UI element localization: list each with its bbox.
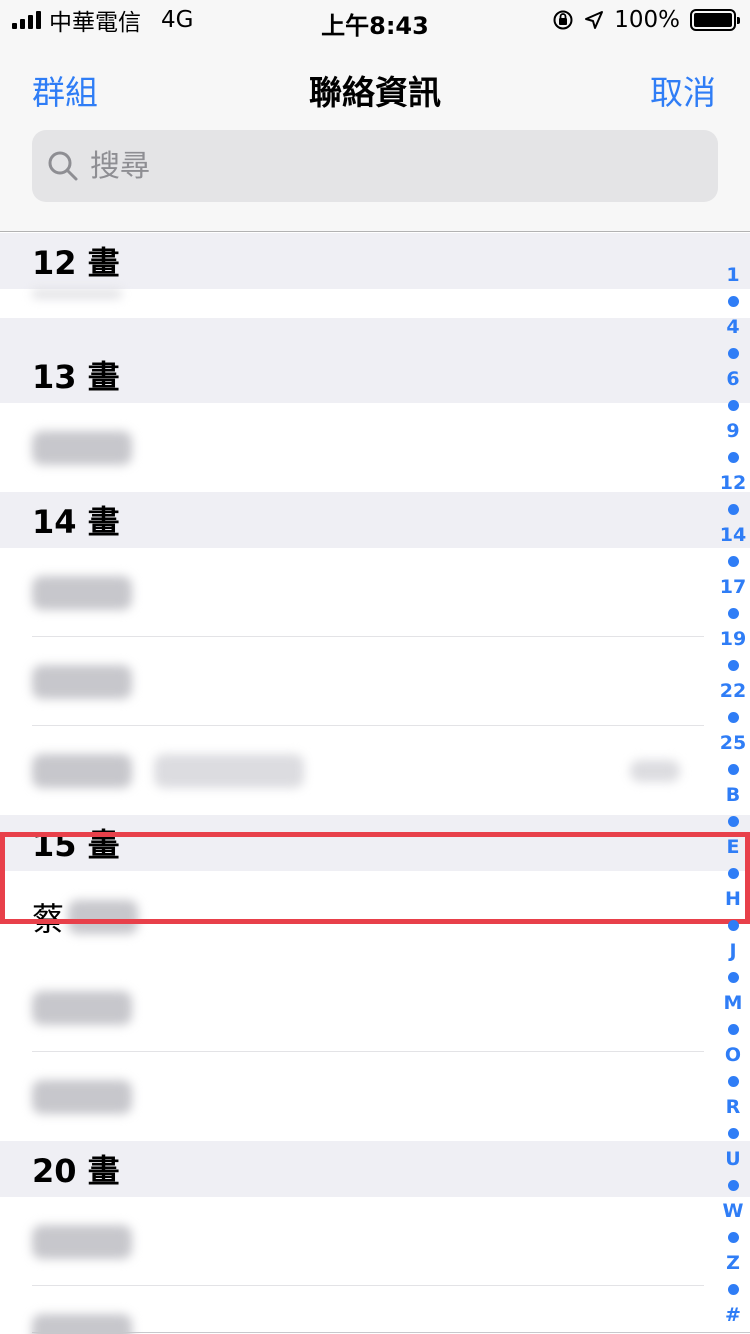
index-letter[interactable]: 25 <box>720 730 746 756</box>
contact-row[interactable] <box>0 1286 750 1334</box>
contact-row[interactable] <box>0 289 750 318</box>
index-dot[interactable] <box>727 1075 739 1087</box>
index-letter[interactable]: W <box>723 1198 744 1224</box>
index-letter[interactable]: O <box>725 1042 741 1068</box>
index-letter[interactable]: 6 <box>726 366 739 392</box>
section-gap <box>0 318 750 347</box>
index-letter[interactable]: 17 <box>720 574 746 600</box>
search-icon <box>48 151 78 181</box>
contact-name-redacted <box>68 900 139 934</box>
orientation-lock-icon <box>553 10 573 30</box>
contact-name-redacted <box>32 430 132 465</box>
index-dot[interactable] <box>727 451 739 463</box>
status-right: 100% <box>552 6 740 34</box>
contact-name-redacted <box>32 289 122 298</box>
index-letter[interactable]: Z <box>726 1250 740 1276</box>
contact-name-redacted <box>32 1313 132 1334</box>
index-dot[interactable] <box>727 1179 739 1191</box>
contact-name-redacted <box>32 753 132 788</box>
index-letter[interactable]: # <box>725 1302 741 1328</box>
search-input[interactable] <box>90 148 650 184</box>
index-dot[interactable] <box>727 815 739 827</box>
battery-icon <box>690 9 740 31</box>
contact-detail-redacted <box>630 759 680 782</box>
index-letter[interactable]: 4 <box>726 314 739 340</box>
index-letter[interactable]: U <box>725 1146 740 1172</box>
index-dot[interactable] <box>727 295 739 307</box>
search-bar[interactable] <box>32 130 718 202</box>
index-letter[interactable]: 12 <box>720 470 746 496</box>
divider <box>32 1332 750 1333</box>
section-header: 15 畫 <box>0 815 750 871</box>
contact-row[interactable] <box>0 1052 750 1141</box>
index-dot[interactable] <box>727 711 739 723</box>
index-letter[interactable]: J <box>729 938 736 964</box>
contact-name-redacted <box>32 575 132 610</box>
section-header: 20 畫 <box>0 1141 750 1197</box>
contact-list: 12 畫 13 畫 14 畫 15 畫 蔡 20 畫 <box>0 233 750 1334</box>
section-header: 14 畫 <box>0 492 750 548</box>
index-dot[interactable] <box>727 607 739 619</box>
location-arrow-icon <box>585 11 604 29</box>
index-letter[interactable]: 14 <box>720 522 746 548</box>
index-letter[interactable]: B <box>726 782 740 808</box>
contact-row[interactable] <box>0 637 750 726</box>
contact-row[interactable] <box>0 1197 750 1286</box>
index-dot[interactable] <box>727 347 739 359</box>
index-dot[interactable] <box>727 1231 739 1243</box>
contact-row[interactable] <box>0 548 750 637</box>
index-dot[interactable] <box>727 971 739 983</box>
navigation-bar: 群組 聯絡資訊 取消 <box>0 40 750 232</box>
section-header: 13 畫 <box>0 347 750 403</box>
index-dot[interactable] <box>727 919 739 931</box>
index-letter[interactable]: R <box>726 1094 741 1120</box>
contact-name-redacted <box>32 1224 132 1259</box>
highlighted-contact-row[interactable]: 蔡 <box>0 871 750 963</box>
section-header: 12 畫 <box>0 233 750 289</box>
index-letter[interactable]: 19 <box>720 626 746 652</box>
contact-name-visible: 蔡 <box>32 900 65 938</box>
index-dot[interactable] <box>727 763 739 775</box>
index-dot[interactable] <box>727 867 739 879</box>
index-dot[interactable] <box>727 1127 739 1139</box>
contact-name-redacted <box>32 1079 132 1114</box>
index-letter[interactable]: E <box>727 834 740 860</box>
section-index-bar[interactable]: 1 4 6 9 12 14 17 19 22 25 B E H J M O R U W Z # <box>716 262 750 1328</box>
index-letter[interactable]: 1 <box>726 262 739 288</box>
page-title: 聯絡資訊 <box>309 73 441 112</box>
contact-row[interactable] <box>0 963 750 1052</box>
battery-fill <box>694 13 732 27</box>
index-dot[interactable] <box>727 659 739 671</box>
contact-name-redacted <box>32 664 132 699</box>
contact-name-redacted <box>32 990 132 1025</box>
contact-subtitle-redacted <box>154 753 304 788</box>
index-dot[interactable] <box>727 399 739 411</box>
contact-row[interactable] <box>0 726 750 815</box>
index-letter[interactable]: M <box>724 990 743 1016</box>
contact-row[interactable] <box>0 403 750 492</box>
index-dot[interactable] <box>727 555 739 567</box>
index-dot[interactable] <box>727 1023 739 1035</box>
status-bar: 中華電信 4G 上午8:43 100% <box>0 0 750 40</box>
cancel-button[interactable]: 取消 <box>650 66 716 114</box>
index-dot[interactable] <box>727 503 739 515</box>
index-letter[interactable]: H <box>725 886 741 912</box>
index-letter[interactable]: 22 <box>720 678 746 704</box>
index-letter[interactable]: 9 <box>726 418 739 444</box>
index-dot[interactable] <box>727 1283 739 1295</box>
battery-percent: 100% <box>614 7 680 33</box>
